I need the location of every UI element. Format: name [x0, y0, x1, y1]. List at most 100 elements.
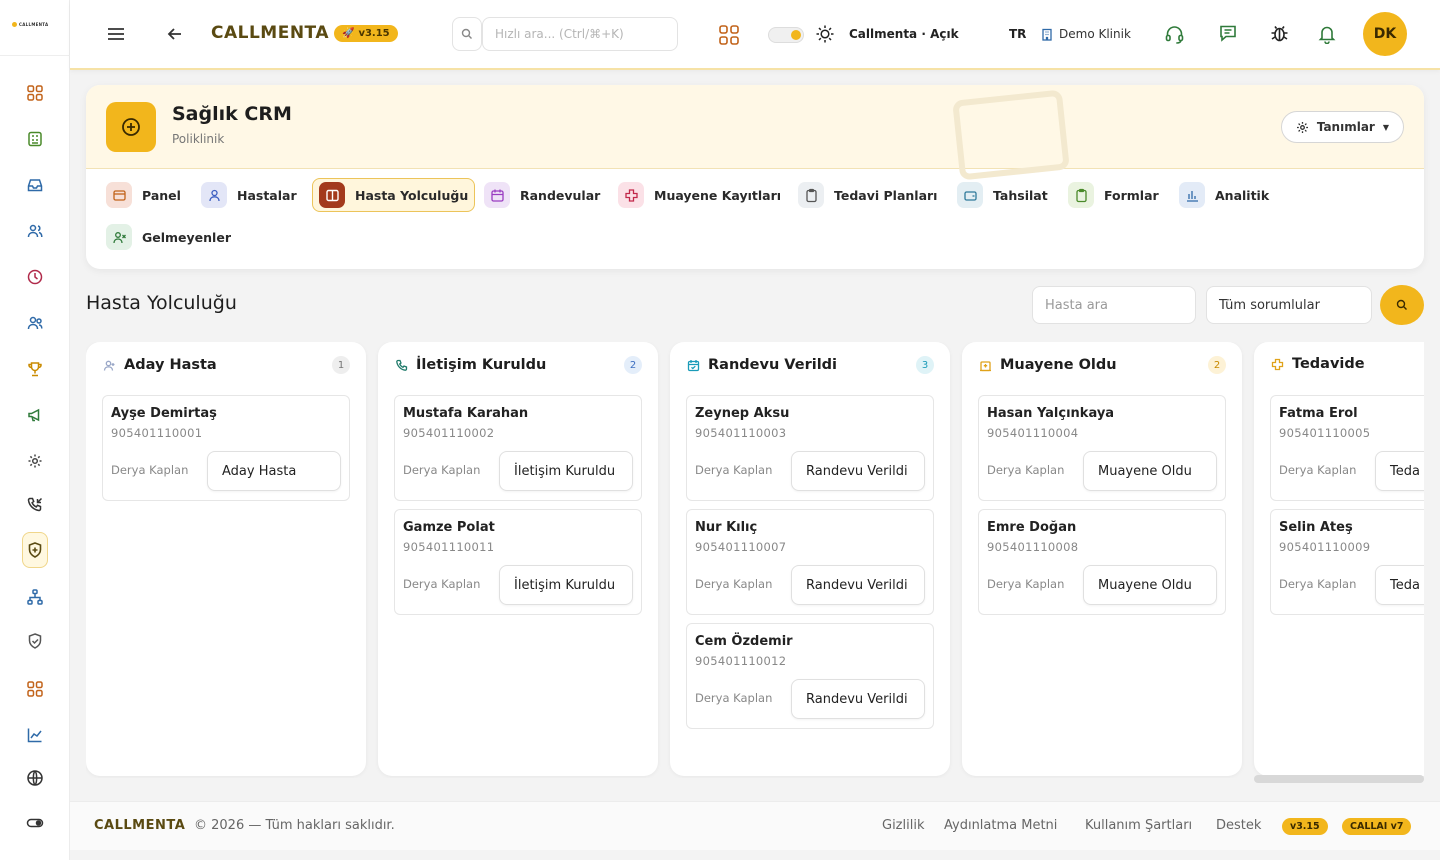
brand-title[interactable]: CALLMENTA [211, 23, 329, 43]
stage-select[interactable]: Aday Hasta [207, 451, 341, 491]
clinic-selector[interactable]: Demo Klinik [1041, 27, 1131, 41]
footer-link-disclosure[interactable]: Aydınlatma Metni [944, 818, 1057, 833]
stage-select[interactable]: Muayene Oldu [1083, 565, 1217, 605]
patient-card[interactable]: Nur Kılıç 905401110007 Derya Kaplan Rand… [686, 509, 934, 615]
module-subtitle: Poliklinik [172, 132, 225, 146]
patient-name: Nur Kılıç [695, 520, 758, 535]
globe-icon[interactable] [22, 765, 48, 791]
definitions-button[interactable]: Tanımlar ▼ [1280, 111, 1404, 143]
shield-check-icon[interactable] [22, 628, 48, 654]
contacts-icon[interactable] [22, 310, 48, 336]
board-horizontal-scrollbar[interactable] [1254, 775, 1424, 783]
module-header-banner: Sağlık CRM Poliklinik Tanımlar ▼ [86, 85, 1424, 181]
tab-label: Formlar [1104, 187, 1159, 203]
tab-patient-journey[interactable]: Hasta Yolculuğu [312, 178, 476, 212]
tab-patients[interactable]: Hastalar [195, 178, 303, 212]
tab-label: Tahsilat [993, 187, 1048, 203]
headset-icon[interactable] [1164, 24, 1185, 45]
patient-name: Emre Doğan [987, 520, 1077, 535]
user-avatar[interactable]: DK [1363, 12, 1407, 56]
tab-appointments[interactable]: Randevular [478, 178, 606, 212]
stage-select[interactable]: Randevu Verildi [791, 679, 925, 719]
chat-icon[interactable] [1218, 23, 1238, 43]
patient-name: Mustafa Karahan [403, 406, 529, 421]
language-selector[interactable]: TR [1009, 27, 1026, 41]
building-icon [1042, 28, 1052, 41]
grid-icon[interactable] [22, 676, 48, 702]
patient-card[interactable]: Gamze Polat 905401110011 Derya Kaplan İl… [394, 509, 642, 615]
stage-select[interactable]: Randevu Verildi [791, 565, 925, 605]
back-arrow-icon[interactable] [166, 25, 184, 43]
footer-link-terms[interactable]: Kullanım Şartları [1085, 818, 1192, 833]
bug-icon[interactable] [1269, 23, 1290, 44]
sidebar-logo[interactable]: CALLMENTA [12, 22, 48, 27]
settings-gear-icon[interactable] [22, 448, 48, 474]
bell-icon[interactable] [1318, 24, 1336, 44]
toggle-icon[interactable] [22, 810, 48, 836]
patient-card[interactable]: Selin Ateş 905401110009 Derya Kaplan Ted… [1270, 509, 1424, 615]
patient-card[interactable]: Emre Doğan 905401110008 Derya Kaplan Mua… [978, 509, 1226, 615]
calculator-icon[interactable] [22, 126, 48, 152]
tab-exam-records[interactable]: Muayene Kayıtları [612, 178, 787, 212]
phone-incoming-icon[interactable] [22, 492, 48, 518]
tab-label: Gelmeyenler [142, 229, 231, 245]
trophy-icon[interactable] [22, 356, 48, 382]
user-icon [201, 182, 227, 208]
tab-treatment-plans[interactable]: Tedavi Planları [792, 178, 943, 212]
patient-owner: Derya Kaplan [403, 463, 481, 477]
chart-line-icon[interactable] [22, 722, 48, 748]
stage-select[interactable]: Muayene Oldu [1083, 451, 1217, 491]
responsible-filter-select[interactable]: Tüm sorumlular [1206, 286, 1372, 324]
theme-toggle[interactable] [768, 27, 804, 43]
clock-icon[interactable] [22, 264, 48, 290]
users-icon[interactable] [22, 218, 48, 244]
version-badge: 🚀 v3.15 [334, 25, 398, 42]
wallet-icon [957, 182, 983, 208]
tab-collections[interactable]: Tahsilat [951, 178, 1054, 212]
stage-select[interactable]: Teda [1375, 565, 1424, 605]
quick-search-input[interactable]: Hızlı ara... (Ctrl/⌘+K) [482, 17, 678, 51]
inbox-icon[interactable] [22, 172, 48, 198]
columns-icon [319, 182, 345, 208]
patient-card[interactable]: Zeynep Aksu 905401110003 Derya Kaplan Ra… [686, 395, 934, 501]
tab-analytics[interactable]: Analitik [1173, 178, 1275, 212]
stage-select[interactable]: Teda [1375, 451, 1424, 491]
column-header: Aday Hasta 1 [102, 356, 350, 374]
tab-forms[interactable]: Formlar [1062, 178, 1165, 212]
stage-select[interactable]: Randevu Verildi [791, 451, 925, 491]
footer-link-privacy[interactable]: Gizlilik [882, 818, 925, 833]
tab-label: Tedavi Planları [834, 187, 938, 203]
footer-link-support[interactable]: Destek [1216, 818, 1261, 833]
plus-cross-icon [1270, 357, 1284, 371]
patient-owner: Derya Kaplan [111, 463, 189, 477]
dashboard-icon[interactable] [22, 80, 48, 106]
patient-card[interactable]: Cem Özdemir 905401110012 Derya Kaplan Ra… [686, 623, 934, 729]
patient-name: Fatma Erol [1279, 406, 1358, 421]
tab-label: Muayene Kayıtları [654, 187, 782, 203]
footer-ai-badge: CALLAI v7 [1342, 818, 1412, 835]
theme-label[interactable]: Callmenta · Açık [849, 27, 959, 41]
health-shield-icon[interactable] [22, 532, 48, 568]
column-title: Randevu Verildi [708, 357, 838, 373]
add-circle-icon [106, 102, 156, 152]
sun-icon[interactable] [815, 24, 835, 44]
menu-icon[interactable] [106, 24, 126, 44]
megaphone-icon[interactable] [22, 402, 48, 428]
apps-grid-icon[interactable] [718, 24, 740, 46]
patient-card[interactable]: Hasan Yalçınkaya 905401110004 Derya Kapl… [978, 395, 1226, 501]
tab-no-shows[interactable]: Gelmeyenler [100, 220, 237, 254]
patient-search-input[interactable]: Hasta ara [1032, 286, 1196, 324]
patient-phone: 905401110003 [695, 426, 787, 440]
stage-select[interactable]: İletişim Kuruldu [499, 451, 633, 491]
search-button[interactable] [1380, 285, 1424, 325]
patient-card[interactable]: Ayşe Demirtaş 905401110001 Derya Kaplan … [102, 395, 350, 501]
org-chart-icon[interactable] [22, 584, 48, 610]
stage-select[interactable]: İletişim Kuruldu [499, 565, 633, 605]
patient-card[interactable]: Fatma Erol 905401110005 Derya Kaplan Ted… [1270, 395, 1424, 501]
tab-label: Hasta Yolculuğu [355, 187, 469, 203]
tab-panel[interactable]: Panel [100, 178, 187, 212]
column-header: Tedavide [1270, 356, 1424, 372]
patient-card[interactable]: Mustafa Karahan 905401110002 Derya Kapla… [394, 395, 642, 501]
search-icon[interactable] [452, 17, 482, 51]
form-clipboard-icon [1068, 182, 1094, 208]
